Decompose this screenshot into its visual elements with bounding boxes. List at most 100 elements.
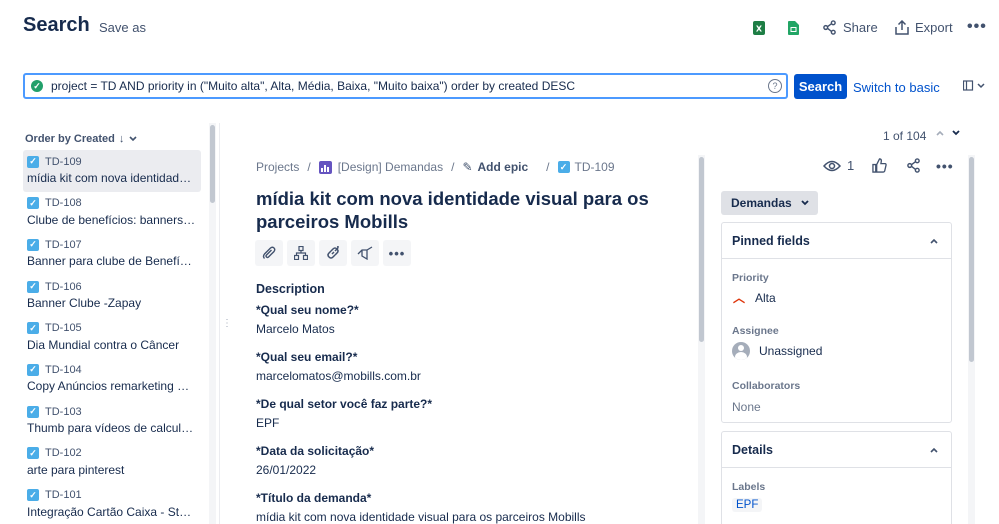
list-item[interactable]: ✓ TD-102 arte para pinterest xyxy=(23,442,201,484)
list-item[interactable]: ✓ TD-106 Banner Clube -Zapay xyxy=(23,275,201,317)
list-item[interactable]: ✓ TD-109 mídia kit com nova identidade vi… xyxy=(23,150,201,192)
jql-query-text: project = TD AND priority in ("Muito alt… xyxy=(51,79,576,93)
more-actions-icon[interactable]: ••• xyxy=(383,240,411,266)
description-answer: 26/01/2022 xyxy=(256,463,317,477)
task-icon: ✓ xyxy=(27,238,39,251)
share-button[interactable]: Share xyxy=(822,20,878,35)
issue-actions: ••• xyxy=(255,240,411,266)
share-label: Share xyxy=(843,20,878,35)
task-icon: ✓ xyxy=(27,363,39,376)
description-field: *Data da solicitação* 26/01/2022 xyxy=(256,444,686,477)
issue-summary: mídia kit com nova identidade visual par… xyxy=(27,171,197,185)
list-item[interactable]: ✓ TD-103 Thumb para vídeos de calculad... xyxy=(23,400,201,442)
breadcrumb-project[interactable]: [Design] Demandas xyxy=(338,160,443,174)
list-item[interactable]: ✓ TD-101 Integração Cartão Caixa - Stor..… xyxy=(23,484,201,524)
collaborators-field[interactable]: None xyxy=(732,400,941,414)
issue-summary: Dia Mundial contra o Câncer xyxy=(27,337,180,352)
details-header[interactable]: Details xyxy=(722,432,951,468)
view-toggle-icon[interactable] xyxy=(962,80,985,95)
order-by-dropdown[interactable]: Order by Created ↓ xyxy=(25,133,138,145)
share-icon xyxy=(823,20,836,35)
description-field: *Título da demanda* mídia kit com nova i… xyxy=(256,491,686,524)
task-icon: ✓ xyxy=(27,447,39,460)
next-issue-icon[interactable] xyxy=(951,128,961,140)
thumbs-up-icon[interactable] xyxy=(872,158,887,176)
eye-icon xyxy=(823,160,841,171)
priority-high-icon: ︿ xyxy=(732,291,745,305)
task-icon: ✓ xyxy=(557,161,570,173)
breadcrumb-issue-key[interactable]: TD-109 xyxy=(575,160,615,174)
description-field: *Qual seu email?* marcelomatos@mobills.c… xyxy=(256,350,686,383)
assignee-field[interactable]: Unassigned xyxy=(732,342,941,360)
description-answer: marcelomatos@mobills.com.br xyxy=(256,369,421,383)
jql-query-input[interactable]: ✓ project = TD AND priority in ("Muito a… xyxy=(23,73,788,99)
issue-summary: Clube de benefícios: banners para parcei… xyxy=(27,212,197,227)
resize-handle-icon[interactable]: ⋮ xyxy=(222,318,232,329)
export-label: Export xyxy=(915,20,953,35)
link-icon[interactable] xyxy=(319,240,347,266)
collaborators-value: None xyxy=(732,400,761,414)
child-issue-icon[interactable] xyxy=(287,240,315,266)
attachment-icon[interactable] xyxy=(255,240,283,266)
task-icon: ✓ xyxy=(27,280,39,293)
watch-button[interactable]: 1 xyxy=(823,158,854,173)
label-chip[interactable]: EPF xyxy=(732,498,763,512)
breadcrumb-projects[interactable]: Projects xyxy=(256,160,299,174)
search-button[interactable]: Search xyxy=(794,74,847,99)
excel-icon[interactable]: X xyxy=(753,21,765,38)
task-icon: ✓ xyxy=(27,197,39,210)
issue-title[interactable]: mídia kit com nova identidade visual par… xyxy=(256,187,656,233)
collaborators-label: Collaborators xyxy=(732,380,801,392)
chevron-down-icon xyxy=(801,200,809,206)
export-icon xyxy=(895,20,909,35)
list-item[interactable]: ✓ TD-108 Clube de benefícios: banners par… xyxy=(23,192,201,234)
pencil-icon: ✎ xyxy=(462,160,473,174)
breadcrumb-separator: / xyxy=(451,160,455,174)
project-icon xyxy=(318,160,332,174)
list-item[interactable]: ✓ TD-107 Banner para clube de Benefícios xyxy=(23,233,201,275)
details-panel: Details Labels EPF xyxy=(721,431,952,524)
pagination-count: 1 of 104 xyxy=(883,129,927,143)
switch-to-basic-link[interactable]: Switch to basic xyxy=(853,80,940,95)
more-actions-icon[interactable]: ••• xyxy=(967,18,987,36)
list-item[interactable]: ✓ TD-104 Copy Anúncios remarketing Cri... xyxy=(23,358,201,400)
watchers-count: 1 xyxy=(847,158,855,173)
description-field: *Qual seu nome?* Marcelo Matos xyxy=(256,303,686,336)
issue-key: TD-109 xyxy=(45,155,82,168)
details-title: Details xyxy=(732,442,773,457)
detail-scrollbar-thumb[interactable] xyxy=(699,157,704,342)
more-icon[interactable]: ••• xyxy=(936,158,954,174)
task-icon: ✓ xyxy=(27,489,39,501)
previous-issue-icon[interactable] xyxy=(935,128,945,140)
export-button[interactable]: Export xyxy=(895,20,953,35)
issue-key: TD-106 xyxy=(45,280,82,293)
issue-key: TD-104 xyxy=(45,363,82,376)
help-icon[interactable]: ? xyxy=(768,79,782,93)
add-epic-button[interactable]: Add epic xyxy=(478,160,529,174)
pinned-fields-header[interactable]: Pinned fields xyxy=(722,223,951,259)
avatar xyxy=(732,342,750,360)
order-by-label: Order by Created xyxy=(25,133,115,145)
google-sheets-icon[interactable] xyxy=(788,21,799,38)
status-dropdown[interactable]: Demandas xyxy=(721,191,818,215)
task-icon: ✓ xyxy=(27,322,39,335)
priority-value: Alta xyxy=(755,290,776,305)
automation-icon[interactable] xyxy=(351,240,379,266)
description-label: Description xyxy=(256,282,325,296)
pinned-fields-panel: Pinned fields Priority ︿ Alta Assignee U… xyxy=(721,222,952,423)
description-question: *Qual seu nome?* xyxy=(256,303,359,317)
sidebar-scrollbar-thumb[interactable] xyxy=(969,157,974,362)
description-question: *Data da solicitação* xyxy=(256,444,375,458)
description-field: *De qual setor você faz parte?* EPF xyxy=(256,397,686,430)
priority-field[interactable]: ︿ Alta xyxy=(732,289,941,306)
issue-summary: arte para pinterest xyxy=(27,462,125,477)
chevron-up-icon xyxy=(930,238,938,244)
arrow-down-icon: ↓ xyxy=(118,133,125,145)
save-as-button[interactable]: Save as xyxy=(99,20,146,35)
list-item[interactable]: ✓ TD-105 Dia Mundial contra o Câncer xyxy=(23,317,201,359)
issue-summary: Integração Cartão Caixa - Stor... xyxy=(27,504,197,519)
list-scrollbar-thumb[interactable] xyxy=(210,125,215,203)
description-answer: Marcelo Matos xyxy=(256,322,335,336)
share-icon[interactable] xyxy=(906,158,921,176)
breadcrumb: Projects / [Design] Demandas / ✎ Add epi… xyxy=(256,160,615,174)
